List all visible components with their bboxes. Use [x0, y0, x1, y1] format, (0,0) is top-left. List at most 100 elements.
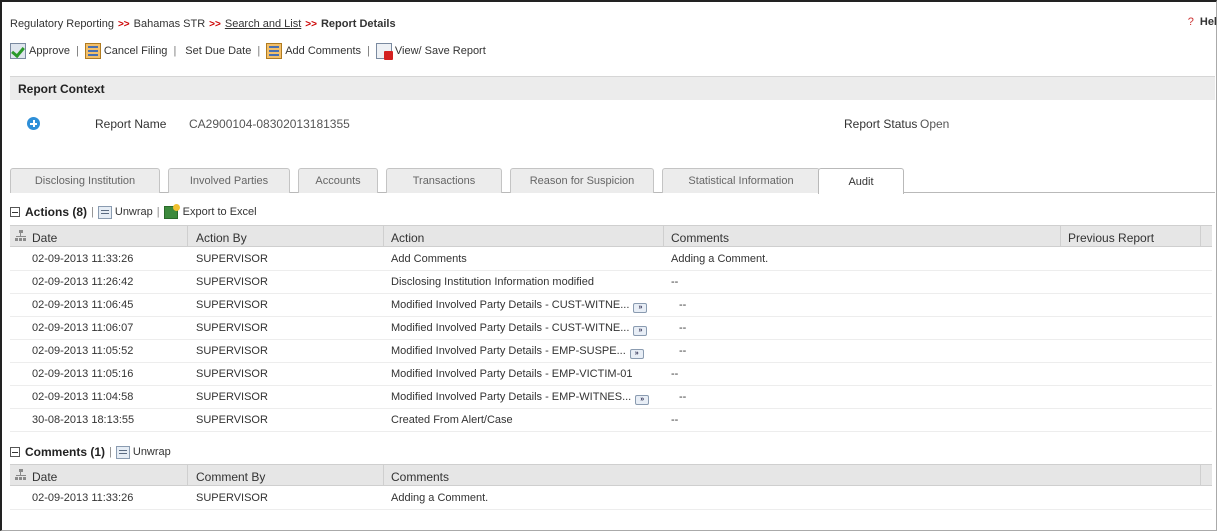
cell-date: 02-09-2013 11:06:07: [32, 322, 134, 334]
cell-action: Modified Involved Party Details - EMP-WI…: [391, 391, 650, 405]
actions-unwrap-button[interactable]: Unwrap: [115, 206, 153, 218]
column-divider: [187, 465, 188, 486]
separator: |: [109, 446, 112, 458]
collapse-actions-icon[interactable]: [10, 207, 20, 217]
tab-statistical-information[interactable]: Statistical Information: [662, 168, 820, 193]
cell-comments: --: [679, 322, 687, 334]
tab-audit[interactable]: Audit: [818, 168, 904, 194]
approve-button[interactable]: Approve: [10, 43, 70, 59]
column-header-date[interactable]: Date: [32, 231, 57, 245]
table-row[interactable]: 02-09-2013 11:33:26 SUPERVISOR Adding a Co…: [10, 487, 1212, 510]
separator: |: [156, 206, 160, 218]
set-due-date-button[interactable]: Set Due Date: [182, 45, 251, 57]
cell-action-text: Modified Involved Party Details - CUST-W…: [391, 322, 630, 334]
cell-action-by: SUPERVISOR: [196, 368, 268, 380]
expand-details-icon[interactable]: »: [629, 349, 644, 359]
table-row[interactable]: 02-09-2013 11:33:26 SUPERVISOR Add Comment…: [10, 248, 1212, 271]
add-comments-button[interactable]: Add Comments: [266, 43, 361, 59]
column-header-date[interactable]: Date: [32, 470, 57, 484]
cell-comments: --: [671, 414, 679, 426]
set-due-date-label: Set Due Date: [185, 45, 252, 57]
collapse-comments-icon[interactable]: [10, 447, 20, 457]
column-header-previous-report[interactable]: Previous Report: [1068, 231, 1154, 245]
column-divider: [383, 226, 384, 247]
column-divider: [383, 465, 384, 486]
cell-date: 02-09-2013 11:05:16: [32, 368, 134, 380]
cancel-filing-button[interactable]: Cancel Filing: [84, 43, 167, 59]
column-header-action[interactable]: Action: [391, 231, 424, 245]
cell-date: 02-09-2013 11:04:58: [32, 391, 134, 403]
cell-action-by: SUPERVISOR: [196, 322, 268, 334]
view-save-report-label: View/ Save Report: [394, 45, 486, 57]
table-row[interactable]: 02-09-2013 11:05:52 SUPERVISOR Modified In…: [10, 340, 1212, 363]
column-header-action-by[interactable]: Action By: [196, 231, 247, 245]
table-row[interactable]: 30-08-2013 18:13:55 SUPERVISOR Created Fro…: [10, 409, 1212, 432]
column-header-comments[interactable]: Comments: [671, 231, 729, 245]
cell-action-text: Disclosing Institution Information modif…: [391, 276, 594, 288]
report-context-title: Report Context: [18, 82, 105, 96]
cell-action: Modified Involved Party Details - EMP-VI…: [391, 368, 632, 380]
toolbar-separator: |: [367, 45, 370, 57]
table-row[interactable]: 02-09-2013 11:04:58 SUPERVISOR Modified In…: [10, 386, 1212, 409]
help-link[interactable]: ? Hel: [1188, 16, 1217, 28]
cell-action: Modified Involved Party Details - EMP-SU…: [391, 345, 644, 359]
column-header-comment-by[interactable]: Comment By: [196, 470, 265, 484]
cell-action: Created From Alert/Case: [391, 414, 513, 426]
expand-plus-icon[interactable]: [27, 117, 40, 130]
breadcrumb-item-bahamas-str: Bahamas STR: [133, 18, 206, 30]
unwrap-icon: [97, 205, 112, 219]
cell-action-by: SUPERVISOR: [196, 414, 268, 426]
column-divider: [1200, 465, 1201, 486]
tab-reason-for-suspicion[interactable]: Reason for Suspicion: [510, 168, 654, 193]
hierarchy-icon: [15, 230, 27, 242]
cell-action-text: Created From Alert/Case: [391, 414, 513, 426]
table-row[interactable]: 02-09-2013 11:26:42 SUPERVISOR Disclosing …: [10, 271, 1212, 294]
expand-details-icon[interactable]: »: [633, 326, 648, 336]
cell-comments: Adding a Comment.: [671, 253, 769, 265]
export-to-excel-button[interactable]: Export to Excel: [183, 206, 257, 218]
cell-action-by: SUPERVISOR: [196, 276, 268, 288]
actions-section-header: Actions (8) | Unwrap | Export to Excel: [10, 203, 257, 219]
pdf-report-icon: [375, 43, 393, 60]
expand-details-icon[interactable]: »: [633, 303, 648, 313]
cell-action: Add Comments: [391, 253, 467, 265]
cell-comments: --: [679, 299, 687, 311]
report-context-header: Report Context: [10, 76, 1215, 100]
cell-comment: Adding a Comment.: [391, 492, 489, 504]
table-row[interactable]: 02-09-2013 11:06:07 SUPERVISOR Modified In…: [10, 317, 1212, 340]
tab-involved-parties[interactable]: Involved Parties: [168, 168, 290, 193]
breadcrumb: Regulatory Reporting >> Bahamas STR >> Searc…: [10, 18, 396, 30]
report-name-value: CA2900104-08302013181355: [189, 117, 350, 131]
view-save-report-button[interactable]: View/ Save Report: [375, 43, 486, 60]
cell-action-text: Modified Involved Party Details - EMP-SU…: [391, 345, 626, 357]
breadcrumb-separator: >>: [305, 19, 317, 30]
approve-icon: [10, 43, 26, 59]
breadcrumb-separator: >>: [209, 19, 221, 30]
cell-date: 02-09-2013 11:05:52: [32, 345, 134, 357]
table-row[interactable]: 02-09-2013 11:05:16 SUPERVISOR Modified In…: [10, 363, 1212, 386]
tab-accounts[interactable]: Accounts: [298, 168, 378, 193]
toolbar-separator: |: [257, 45, 261, 57]
hierarchy-icon: [15, 469, 27, 481]
cell-comments: --: [671, 368, 679, 380]
comments-unwrap-button[interactable]: Unwrap: [133, 446, 171, 458]
breadcrumb-link-search-and-list[interactable]: Search and List: [225, 18, 301, 30]
add-comments-icon: [266, 43, 283, 59]
column-divider: [187, 226, 188, 247]
cell-action-by: SUPERVISOR: [196, 253, 268, 265]
comments-section-header: Comments (1) | Unwrap: [10, 445, 171, 459]
column-header-comments[interactable]: Comments: [391, 470, 449, 484]
report-status-value: Open: [920, 117, 950, 131]
toolbar-separator: |: [75, 45, 79, 57]
help-icon: ?: [1187, 16, 1194, 28]
expand-details-icon[interactable]: »: [635, 395, 650, 405]
cell-action-text: Modified Involved Party Details - EMP-WI…: [391, 391, 632, 403]
cancel-filing-icon: [84, 43, 101, 59]
tab-disclosing-institution[interactable]: Disclosing Institution: [10, 168, 160, 193]
breadcrumb-item-regulatory-reporting: Regulatory Reporting: [10, 18, 114, 30]
tab-transactions[interactable]: Transactions: [386, 168, 502, 193]
cell-date: 02-09-2013 11:26:42: [32, 276, 134, 288]
breadcrumb-separator: >>: [117, 19, 130, 30]
cell-date: 30-08-2013 18:13:55: [32, 414, 135, 426]
table-row[interactable]: 02-09-2013 11:06:45 SUPERVISOR Modified In…: [10, 294, 1212, 317]
